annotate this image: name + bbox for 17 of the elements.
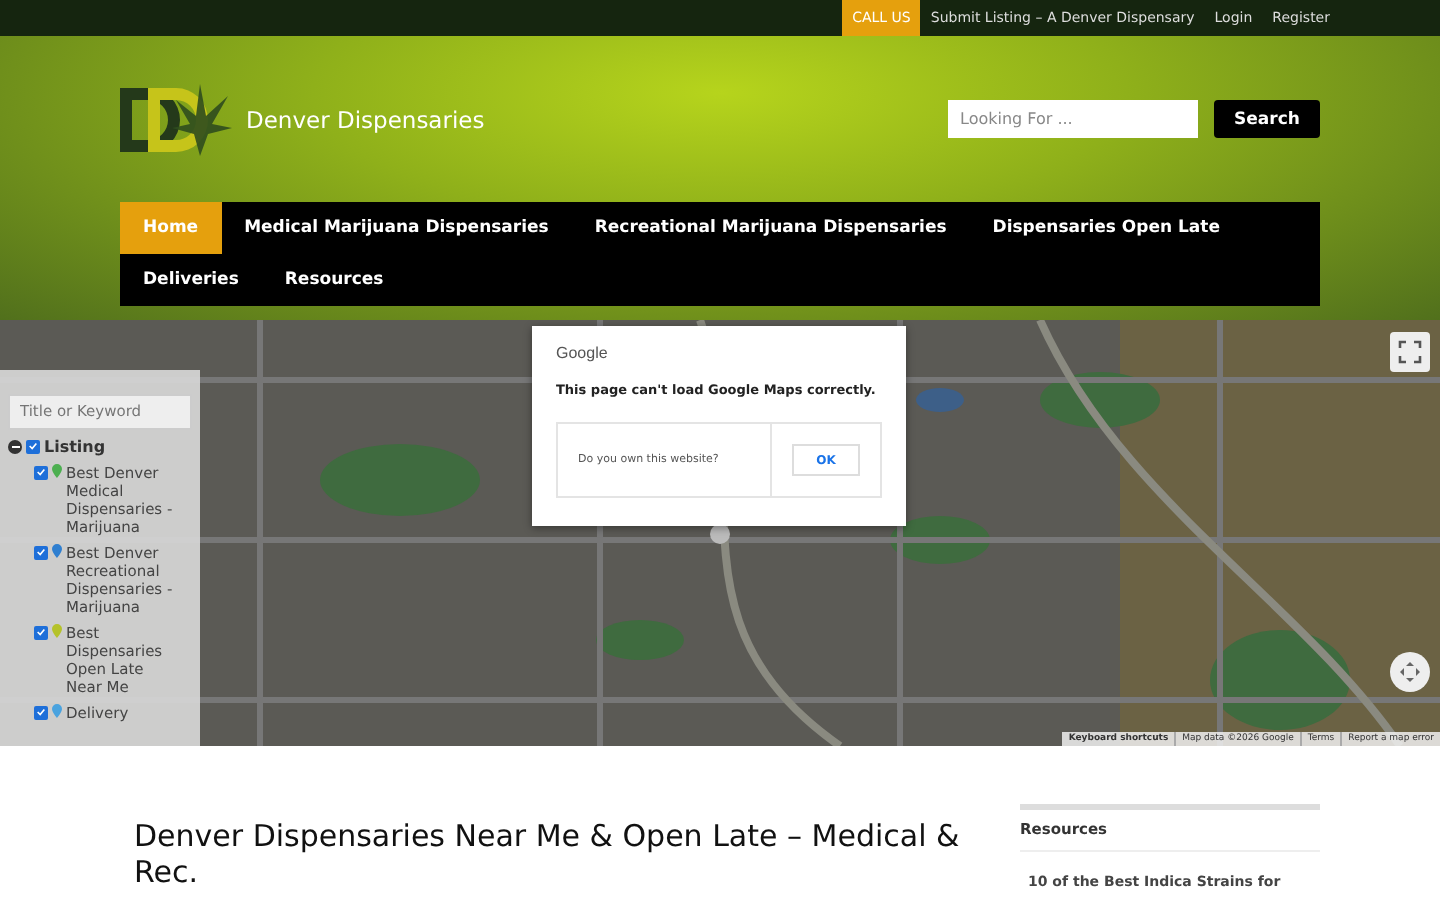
checkbox[interactable] bbox=[26, 439, 40, 453]
search-button[interactable]: Search bbox=[1214, 100, 1320, 138]
dialog-brand: Google bbox=[556, 344, 610, 362]
nav-item[interactable]: Recreational Marijuana Dispensaries bbox=[571, 202, 970, 254]
checkbox[interactable] bbox=[34, 705, 48, 719]
collapse-icon[interactable] bbox=[8, 439, 22, 453]
checkbox[interactable] bbox=[34, 625, 48, 639]
search-field[interactable]: Looking For ... bbox=[948, 100, 1198, 138]
nav-item[interactable]: Medical Marijuana Dispensaries bbox=[221, 202, 572, 254]
group-label: Listing bbox=[44, 437, 106, 455]
fullscreen-icon[interactable] bbox=[1390, 332, 1430, 372]
page-title: Denver Dispensaries Near Me & Open Late – Medical & Rec. bbox=[134, 818, 962, 890]
nav-item[interactable]: Deliveries bbox=[120, 254, 262, 306]
checkbox[interactable] bbox=[34, 545, 48, 559]
nav-item[interactable]: Dispensaries Open Late bbox=[969, 202, 1243, 254]
checkbox[interactable] bbox=[34, 465, 48, 479]
nav-item[interactable]: Resources bbox=[261, 254, 407, 306]
